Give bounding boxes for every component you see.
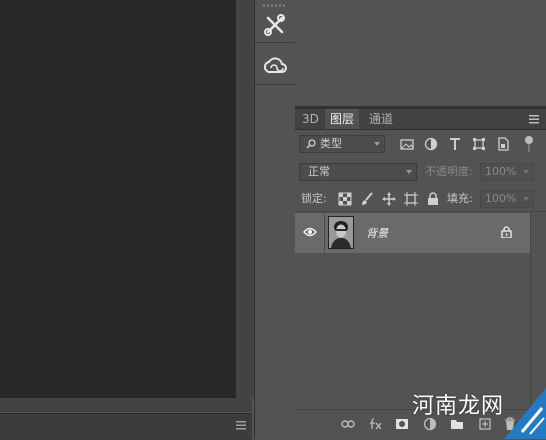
collapsed-panel-dock xyxy=(254,0,296,439)
watermark-text: 河南龙网 xyxy=(412,394,505,419)
layer-name[interactable]: 背景 xyxy=(366,225,388,241)
layer-filter-kind-select[interactable]: 类型 xyxy=(299,135,385,153)
layer-thumbnail[interactable] xyxy=(328,216,354,249)
chevron-down-icon xyxy=(374,142,380,146)
shape-filter-icon[interactable] xyxy=(472,137,486,151)
layer-row-divider xyxy=(324,213,325,253)
layer-lock-icon xyxy=(501,226,512,238)
fill-field[interactable]: 100% xyxy=(480,190,534,208)
lock-all-icon[interactable] xyxy=(426,192,440,206)
blend-mode-select[interactable]: 正常 xyxy=(299,163,417,181)
type-filter-icon[interactable] xyxy=(448,137,462,151)
canvas-status-bar xyxy=(0,413,252,440)
filter-kind-label: 类型 xyxy=(320,137,342,150)
opacity-label: 不透明度: xyxy=(425,165,473,178)
image-filter-icon[interactable] xyxy=(400,137,414,151)
dock-divider xyxy=(255,84,295,85)
panel-divider xyxy=(295,211,546,212)
smart-object-filter-icon[interactable] xyxy=(496,137,510,151)
layers-scrollbar[interactable] xyxy=(530,213,546,409)
creative-cloud-icon xyxy=(263,57,287,74)
link-layers-icon[interactable] xyxy=(341,417,355,431)
document-canvas[interactable] xyxy=(0,0,236,398)
watermark-logo-icon xyxy=(504,388,546,439)
fill-value: 100% xyxy=(485,192,517,205)
creative-cloud-button[interactable] xyxy=(259,51,291,83)
dock-divider xyxy=(255,42,295,43)
lock-transparent-pixels-icon[interactable] xyxy=(338,192,352,206)
adjustment-filter-icon[interactable] xyxy=(424,137,438,151)
upper-panel-area xyxy=(295,0,546,106)
canvas-horizontal-scrollbar[interactable] xyxy=(0,398,252,412)
panel-menu-icon[interactable] xyxy=(529,115,539,124)
tab-layers[interactable]: 图层 xyxy=(325,109,360,129)
dock-grip[interactable] xyxy=(263,4,287,7)
eye-icon[interactable] xyxy=(303,226,317,238)
chevron-down-icon xyxy=(523,197,529,201)
blend-mode-value: 正常 xyxy=(308,165,330,178)
add-mask-icon[interactable] xyxy=(395,417,409,431)
layer-row[interactable]: 背景 xyxy=(295,213,530,253)
lock-image-pixels-icon[interactable] xyxy=(360,192,374,206)
search-icon xyxy=(306,139,316,149)
opacity-value: 100% xyxy=(485,165,517,178)
opacity-field[interactable]: 100% xyxy=(480,163,534,181)
chevron-down-icon xyxy=(523,170,529,174)
watermark: 河南龙网 xyxy=(412,388,546,439)
portrait-thumbnail-icon xyxy=(329,217,353,248)
tab-channels[interactable]: 通道 xyxy=(364,109,398,129)
filter-toggle-icon[interactable] xyxy=(524,135,534,153)
lock-label: 锁定: xyxy=(301,192,327,205)
canvas-vertical-scrollbar[interactable] xyxy=(236,0,254,398)
tools-presets-button[interactable] xyxy=(259,9,291,41)
fill-label: 填充: xyxy=(447,192,473,205)
panel-menu-icon[interactable] xyxy=(236,421,246,430)
chevron-down-icon xyxy=(406,170,412,174)
tab-3d[interactable]: 3D xyxy=(297,109,324,129)
lock-artboard-icon[interactable] xyxy=(404,192,418,206)
layers-panel-tabbar: 3D 图层 通道 xyxy=(295,109,546,130)
lock-position-icon[interactable] xyxy=(382,192,396,206)
tools-presets-icon xyxy=(264,14,285,36)
fx-icon[interactable] xyxy=(369,417,383,431)
